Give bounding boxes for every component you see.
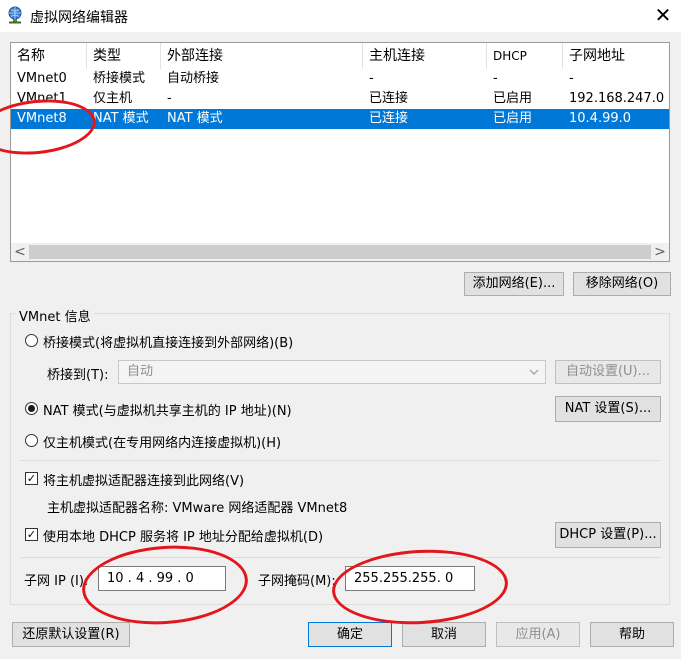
column-header-name[interactable]: 名称 xyxy=(11,43,87,69)
subnet-mask-input[interactable]: 255.255.255. 0 xyxy=(345,566,475,591)
vmnet-info-group xyxy=(10,313,670,605)
cell-type: 仅主机 xyxy=(93,91,133,106)
cell-type: 桥接模式 xyxy=(93,71,146,86)
subnet-ip-label: 子网 IP (I): xyxy=(24,574,89,589)
chevron-down-icon xyxy=(529,369,539,375)
connect-adapter-checkbox[interactable]: ✓ xyxy=(25,472,38,485)
cell-name: VMnet8 xyxy=(17,111,67,126)
nat-mode-label[interactable]: NAT 模式(与虚拟机共享主机的 IP 地址)(N) xyxy=(43,400,292,419)
scroll-thumb[interactable] xyxy=(29,245,651,259)
horizontal-scrollbar[interactable]: < > xyxy=(11,243,669,261)
separator xyxy=(20,557,661,558)
network-list[interactable]: 名称 类型 外部连接 主机连接 DHCP 子网地址 VMnet0 桥接模式 自动… xyxy=(10,42,670,262)
cell-dhcp: - xyxy=(493,71,498,86)
cell-dhcp: 已启用 xyxy=(493,111,533,126)
cell-dhcp: 已启用 xyxy=(493,91,533,106)
cell-subnet: 10.4.99.0 xyxy=(569,111,632,126)
network-globe-icon xyxy=(8,6,22,24)
scroll-right-icon[interactable]: > xyxy=(651,243,669,261)
bridge-to-label: 桥接到(T): xyxy=(47,368,109,383)
connect-adapter-label[interactable]: 将主机虚拟适配器连接到此网络(V) xyxy=(43,470,244,489)
window-title: 虚拟网络编辑器 xyxy=(30,10,128,26)
group-title: VMnet 信息 xyxy=(16,306,94,325)
column-header-dhcp[interactable]: DHCP xyxy=(487,43,563,69)
nat-settings-button[interactable]: NAT 设置(S)... xyxy=(555,396,661,422)
cell-host: - xyxy=(369,71,374,86)
dhcp-checkbox[interactable]: ✓ xyxy=(25,528,38,541)
auto-settings-button[interactable]: 自动设置(U)... xyxy=(555,360,661,384)
bridged-mode-label[interactable]: 桥接模式(将虚拟机直接连接到外部网络)(B) xyxy=(43,332,293,351)
table-row[interactable]: VMnet0 桥接模式 自动桥接 - - - xyxy=(11,69,669,89)
help-button[interactable]: 帮助 xyxy=(590,622,674,647)
cell-external: NAT 模式 xyxy=(167,111,223,126)
cell-name: VMnet1 xyxy=(17,91,67,106)
host-only-label[interactable]: 仅主机模式(在专用网络内连接虚拟机)(H) xyxy=(43,432,281,451)
scroll-left-icon[interactable]: < xyxy=(11,243,29,261)
cell-subnet: - xyxy=(569,71,574,86)
dhcp-label[interactable]: 使用本地 DHCP 服务将 IP 地址分配给虚拟机(D) xyxy=(43,526,323,545)
close-icon[interactable]: ✕ xyxy=(650,3,676,29)
column-header-subnet[interactable]: 子网地址 xyxy=(563,43,669,69)
bridged-mode-radio[interactable] xyxy=(25,334,38,347)
restore-defaults-button[interactable]: 还原默认设置(R) xyxy=(12,622,130,647)
table-row-selected[interactable]: VMnet8 NAT 模式 NAT 模式 已连接 已启用 10.4.99.0 xyxy=(11,109,669,129)
ok-button[interactable]: 确定 xyxy=(308,622,392,647)
bridge-to-select[interactable]: 自动 xyxy=(118,360,546,384)
adapter-name-text: 主机虚拟适配器名称: VMware 网络适配器 VMnet8 xyxy=(47,501,348,516)
bridge-to-value: 自动 xyxy=(127,364,154,379)
host-only-radio[interactable] xyxy=(25,434,38,447)
cell-host: 已连接 xyxy=(369,91,409,106)
cell-host: 已连接 xyxy=(369,111,409,126)
column-header-type[interactable]: 类型 xyxy=(87,43,161,69)
cell-type: NAT 模式 xyxy=(93,111,149,126)
column-header-host[interactable]: 主机连接 xyxy=(363,43,487,69)
separator xyxy=(20,460,661,461)
subnet-ip-input[interactable]: 10 . 4 . 99 . 0 xyxy=(98,566,226,591)
cell-external: 自动桥接 xyxy=(167,71,220,86)
cancel-button[interactable]: 取消 xyxy=(402,622,486,647)
cell-name: VMnet0 xyxy=(17,71,67,86)
apply-button[interactable]: 应用(A) xyxy=(496,622,580,647)
table-row[interactable]: VMnet1 仅主机 - 已连接 已启用 192.168.247.0 xyxy=(11,89,669,109)
nat-mode-radio[interactable] xyxy=(25,402,38,415)
cell-external: - xyxy=(167,91,172,106)
cell-subnet: 192.168.247.0 xyxy=(569,91,665,106)
column-header-external[interactable]: 外部连接 xyxy=(161,43,363,69)
subnet-mask-label: 子网掩码(M): xyxy=(258,574,336,589)
remove-network-button[interactable]: 移除网络(O) xyxy=(573,272,671,296)
add-network-button[interactable]: 添加网络(E)... xyxy=(464,272,564,296)
dhcp-settings-button[interactable]: DHCP 设置(P)... xyxy=(555,522,661,548)
